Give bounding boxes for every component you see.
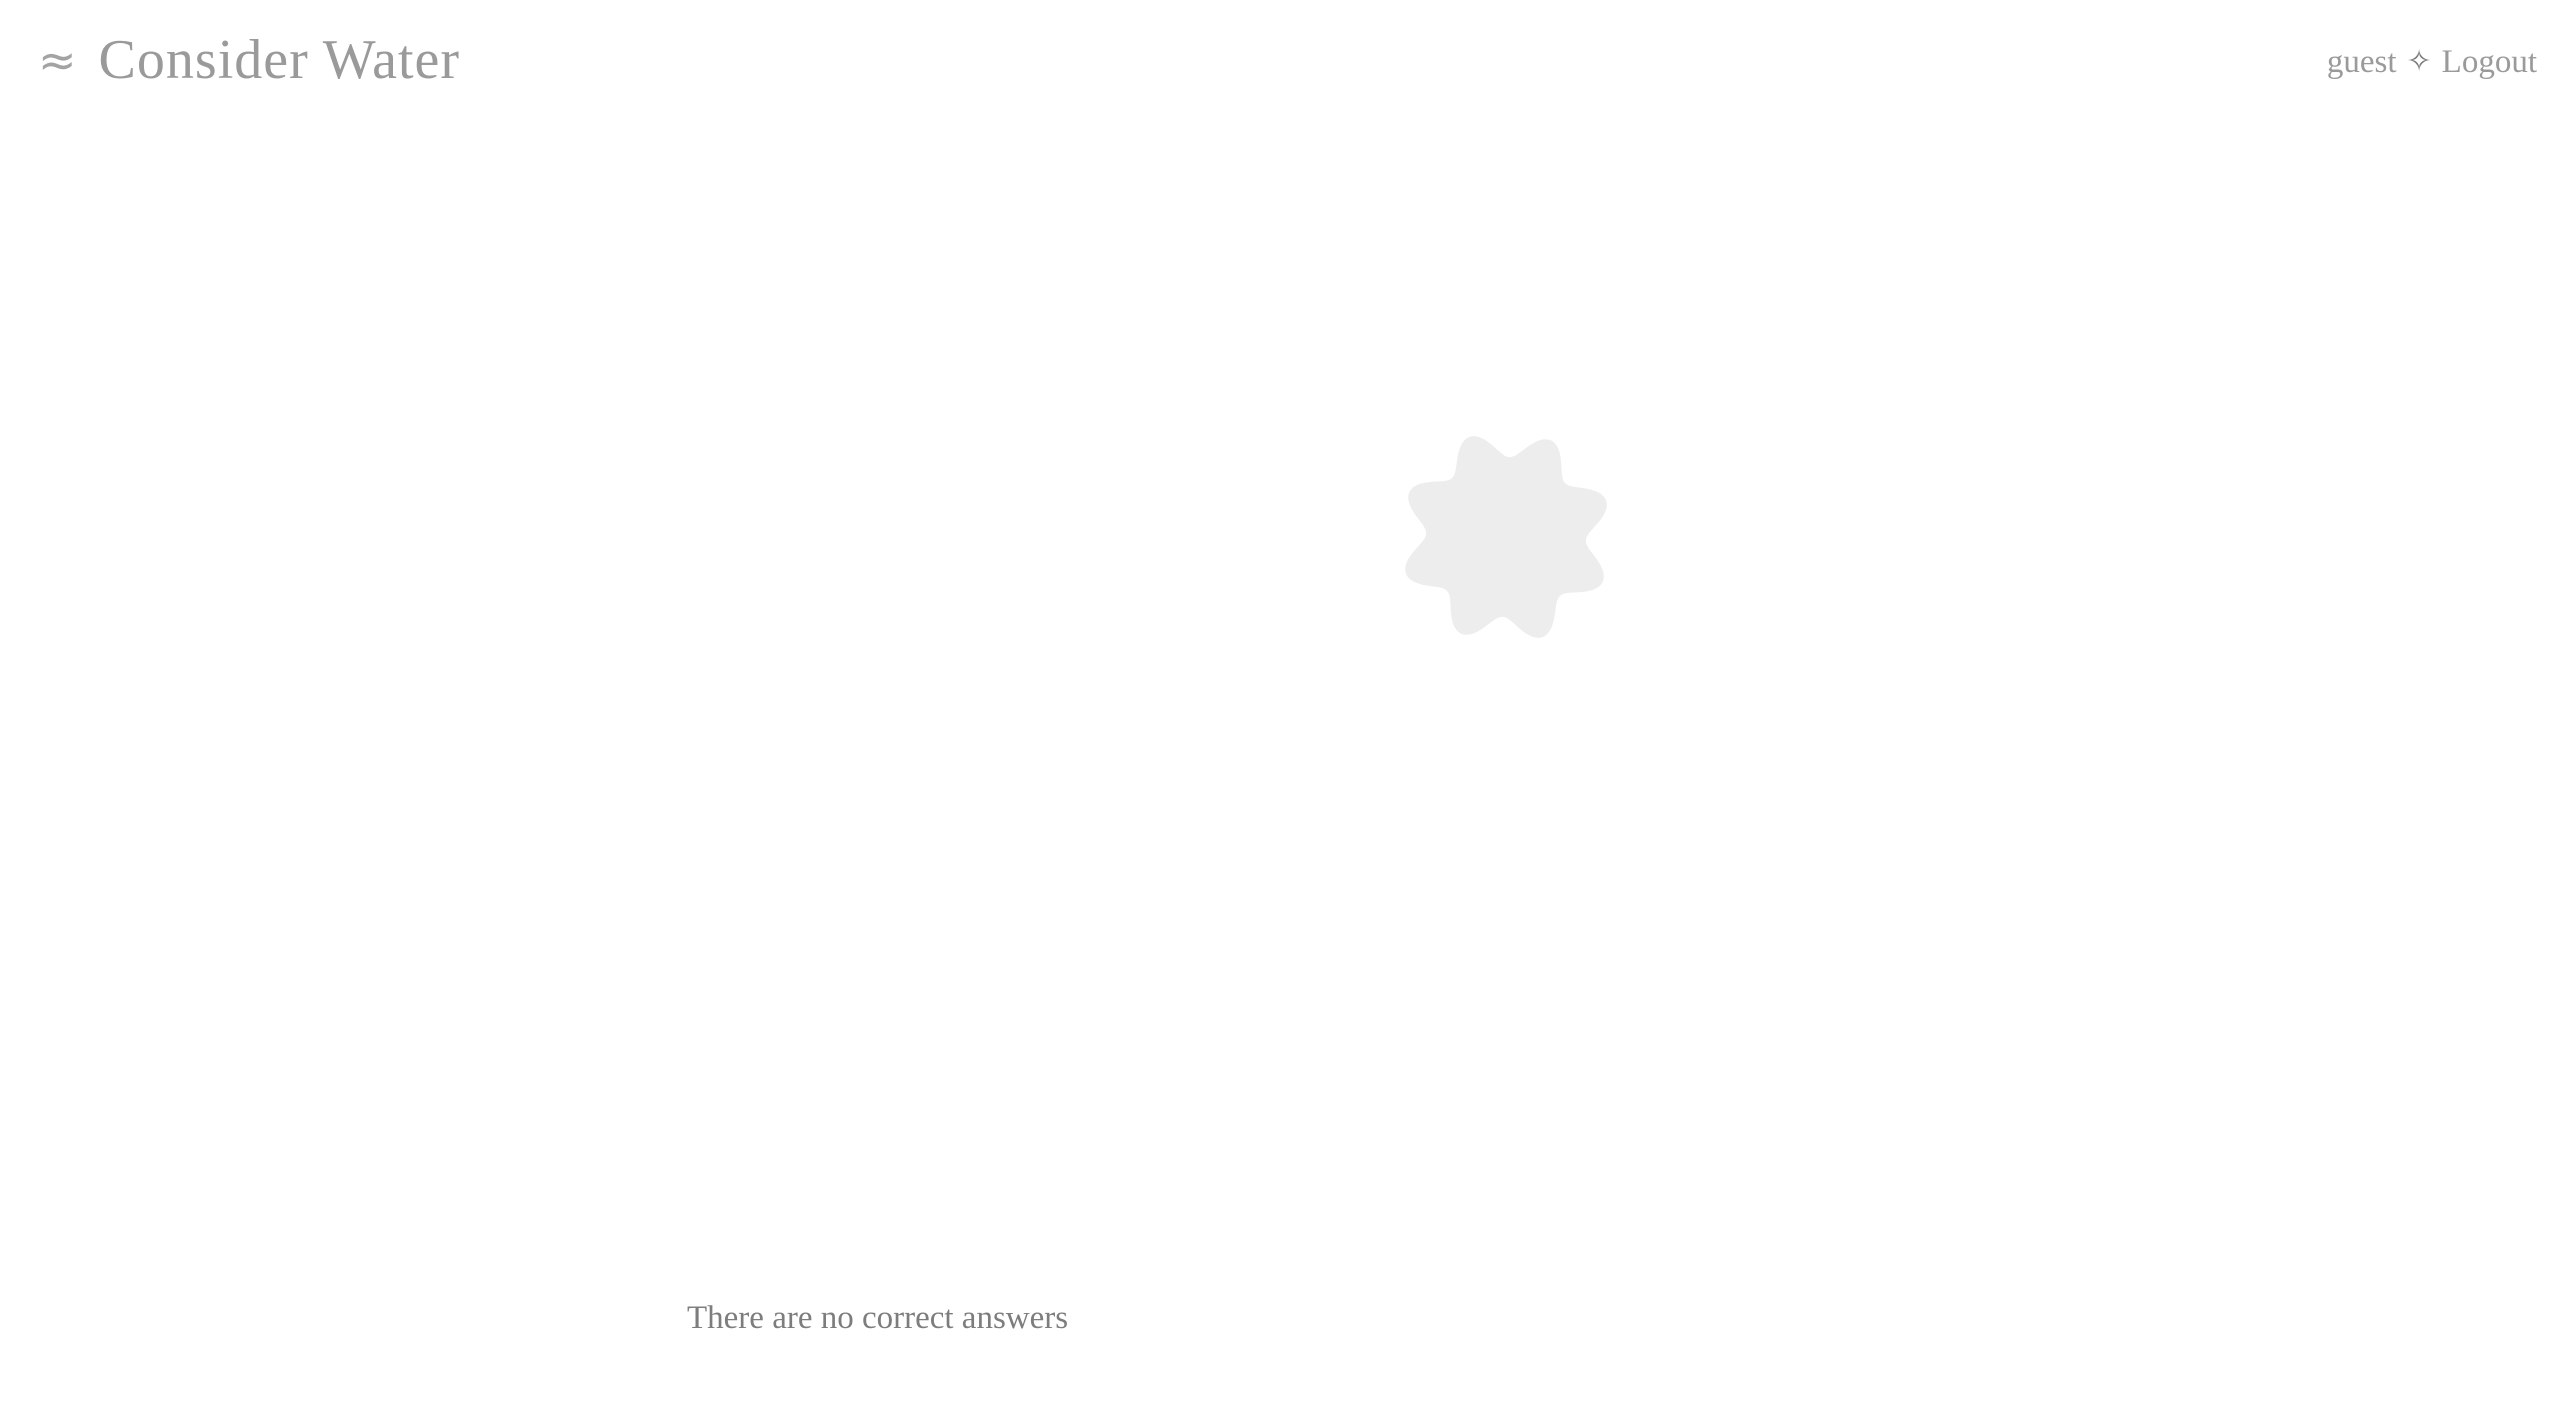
username: guest	[2326, 44, 2397, 80]
brand-link[interactable]: ≈ Consider Water	[38, 28, 460, 92]
scalloped-star-loading-icon	[1405, 436, 1607, 638]
wave-icon: ≈	[38, 33, 77, 87]
user-nav: guest ✧ Logout	[2327, 40, 2537, 84]
app-title: Consider Water	[98, 29, 461, 91]
status-message: There are no correct answers	[687, 1300, 1069, 1336]
header: ≈ Consider Water guest ✧ Logout	[0, 0, 2551, 130]
loading-spinner	[1395, 426, 1617, 648]
logout-link[interactable]: Logout	[2442, 40, 2537, 84]
sparkle-separator-icon: ✧	[2406, 44, 2432, 79]
